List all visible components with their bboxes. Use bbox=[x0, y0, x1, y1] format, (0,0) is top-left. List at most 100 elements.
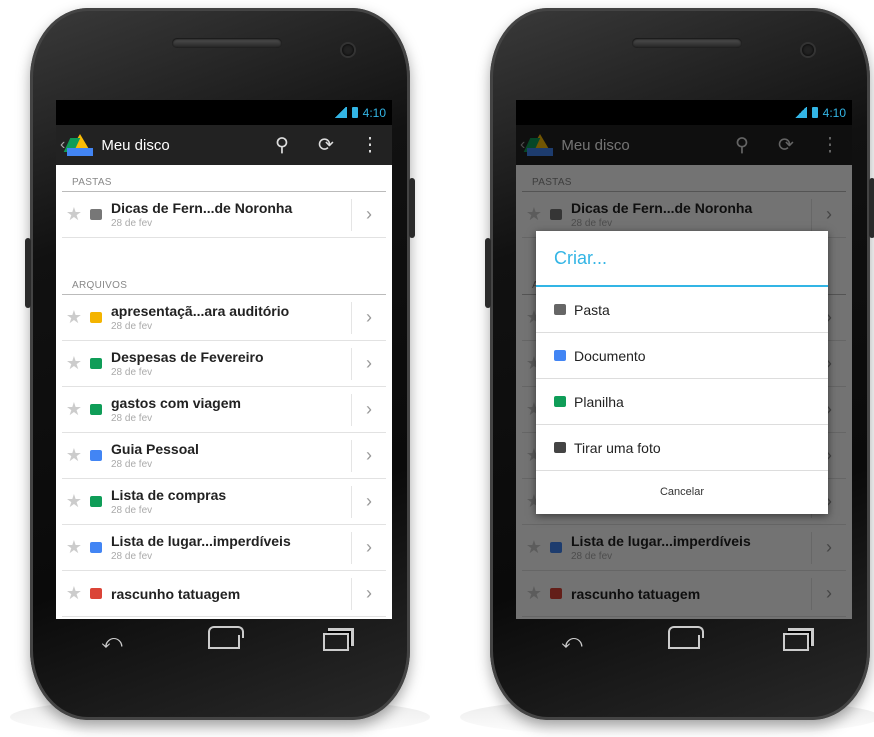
section-header-folders: PASTAS bbox=[62, 165, 386, 192]
item-texts: apresentaçã...ara auditório 28 de fev bbox=[111, 303, 351, 332]
item-date: 28 de fev bbox=[111, 505, 153, 516]
create-folder-option[interactable]: Pasta bbox=[536, 287, 828, 333]
home-icon[interactable] bbox=[207, 626, 244, 652]
list-item[interactable]: ★ Lista de compras 28 de fev › bbox=[62, 479, 386, 525]
star-icon[interactable]: ★ bbox=[62, 583, 86, 604]
volume-button bbox=[25, 238, 31, 308]
phone-right: 4:10 ‹ Meu disco ⚲ ⟳ ⋮ PASTAS★Dicas de F… bbox=[485, 8, 874, 720]
item-name: apresentaçã...ara auditório bbox=[111, 303, 290, 319]
create-document-option[interactable]: Documento bbox=[536, 333, 828, 379]
item-date: 28 de fev bbox=[111, 413, 153, 424]
item-date: 28 de fev bbox=[111, 367, 153, 378]
spreadsheet-icon bbox=[90, 358, 102, 369]
search-icon[interactable]: ⚲ bbox=[260, 134, 304, 157]
document-icon bbox=[554, 350, 566, 361]
back-icon[interactable]: ⤺ bbox=[555, 631, 589, 653]
create-spreadsheet-option[interactable]: Planilha bbox=[536, 379, 828, 425]
item-date: 28 de fev bbox=[111, 321, 153, 332]
nav-bar: ⤺ bbox=[56, 619, 392, 665]
star-icon[interactable]: ★ bbox=[62, 399, 86, 420]
chevron-right-icon[interactable]: › bbox=[351, 577, 386, 610]
star-icon[interactable]: ★ bbox=[62, 491, 86, 512]
folder-icon bbox=[554, 304, 566, 315]
volume-button bbox=[485, 238, 491, 308]
file-list-left: PASTAS ★ Dicas de Fern...de Noronha 28 de f… bbox=[56, 165, 392, 617]
chevron-right-icon[interactable]: › bbox=[351, 301, 386, 334]
speaker-grille bbox=[172, 38, 282, 48]
recent-apps-icon[interactable] bbox=[319, 632, 353, 652]
list-item[interactable]: ★ apresentaçã...ara auditório 28 de fev › bbox=[62, 295, 386, 341]
star-icon[interactable]: ★ bbox=[62, 445, 86, 466]
star-icon[interactable]: ★ bbox=[62, 204, 86, 225]
document-icon bbox=[90, 450, 102, 461]
item-name: rascunho tatuagem bbox=[111, 585, 241, 602]
status-time: 4:10 bbox=[362, 105, 386, 120]
recent-apps-icon[interactable] bbox=[779, 632, 813, 652]
power-button bbox=[869, 178, 874, 238]
item-name: Lista de compras bbox=[111, 487, 227, 503]
home-icon[interactable] bbox=[667, 626, 704, 652]
option-label: Documento bbox=[574, 347, 646, 364]
presentation-icon bbox=[90, 312, 102, 323]
phone-left: 4:10 ‹ Meu disco ⚲ ⟳ ⋮ PASTAS ★ Dicas de F… bbox=[25, 8, 415, 720]
option-label: Planilha bbox=[574, 393, 624, 410]
camera-icon bbox=[554, 442, 566, 453]
status-bar: 4:10 bbox=[56, 100, 392, 125]
item-texts: gastos com viagem 28 de fev bbox=[111, 395, 351, 424]
drawing-icon bbox=[90, 588, 102, 599]
chevron-right-icon[interactable]: › bbox=[351, 393, 386, 426]
list-item[interactable]: ★ Despesas de Fevereiro 28 de fev › bbox=[62, 341, 386, 387]
star-icon[interactable]: ★ bbox=[62, 537, 86, 558]
option-label: Pasta bbox=[574, 301, 610, 318]
action-bar: ‹ Meu disco ⚲ ⟳ ⋮ bbox=[56, 125, 392, 165]
chevron-right-icon[interactable]: › bbox=[351, 198, 386, 231]
status-time: 4:10 bbox=[822, 105, 846, 120]
list-item[interactable]: ★ Guia Pessoal 28 de fev › bbox=[62, 433, 386, 479]
item-texts: rascunho tatuagem bbox=[111, 586, 351, 602]
front-camera bbox=[802, 44, 814, 56]
item-texts: Lista de compras 28 de fev bbox=[111, 487, 351, 516]
speaker-grille bbox=[632, 38, 742, 48]
item-name: Guia Pessoal bbox=[111, 441, 199, 457]
item-texts: Lista de lugar...imperdíveis 28 de fev bbox=[111, 533, 351, 562]
list-item[interactable]: ★ Dicas de Fern...de Noronha 28 de fev › bbox=[62, 192, 386, 238]
signal-icon bbox=[333, 107, 347, 118]
item-name: Dicas de Fern...de Noronha bbox=[111, 200, 293, 216]
create-dialog: Criar... Pasta Documento Planilha Tirar … bbox=[536, 231, 828, 514]
chevron-right-icon[interactable]: › bbox=[351, 531, 386, 564]
item-date: 28 de fev bbox=[111, 551, 153, 562]
screen: 4:10 ‹ Meu disco ⚲ ⟳ ⋮ PASTAS★Dicas de F… bbox=[516, 100, 852, 619]
section-header-files: ARQUIVOS bbox=[62, 268, 386, 295]
document-icon bbox=[90, 542, 102, 553]
spreadsheet-icon bbox=[554, 396, 566, 407]
chevron-right-icon[interactable]: › bbox=[351, 439, 386, 472]
chevron-right-icon[interactable]: › bbox=[351, 347, 386, 380]
take-photo-option[interactable]: Tirar uma foto bbox=[536, 425, 828, 471]
battery-icon bbox=[811, 107, 818, 118]
list-item[interactable]: ★ Lista de lugar...imperdíveis 28 de fev › bbox=[62, 525, 386, 571]
item-date: 28 de fev bbox=[111, 218, 153, 229]
folder-icon bbox=[90, 209, 102, 220]
power-button bbox=[409, 178, 415, 238]
status-bar: 4:10 bbox=[516, 100, 852, 125]
chevron-right-icon[interactable]: › bbox=[351, 485, 386, 518]
star-icon[interactable]: ★ bbox=[62, 307, 86, 328]
spreadsheet-icon bbox=[90, 496, 102, 507]
back-icon[interactable]: ⤺ bbox=[95, 631, 129, 653]
list-item[interactable]: ★ rascunho tatuagem › bbox=[62, 571, 386, 617]
dialog-title: Criar... bbox=[536, 231, 828, 287]
list-item[interactable]: ★ gastos com viagem 28 de fev › bbox=[62, 387, 386, 433]
item-texts: Dicas de Fern...de Noronha 28 de fev bbox=[111, 200, 351, 229]
nav-bar: ⤺ bbox=[516, 619, 852, 665]
battery-icon bbox=[351, 107, 358, 118]
star-icon[interactable]: ★ bbox=[62, 353, 86, 374]
drive-logo-icon[interactable] bbox=[64, 134, 94, 156]
item-texts: Guia Pessoal 28 de fev bbox=[111, 441, 351, 470]
front-camera bbox=[342, 44, 354, 56]
cancel-button[interactable]: Cancelar bbox=[536, 471, 828, 513]
item-date: 28 de fev bbox=[111, 459, 153, 470]
overflow-menu-icon[interactable]: ⋮ bbox=[348, 134, 392, 157]
refresh-icon[interactable]: ⟳ bbox=[304, 134, 348, 157]
item-texts: Despesas de Fevereiro 28 de fev bbox=[111, 349, 351, 378]
